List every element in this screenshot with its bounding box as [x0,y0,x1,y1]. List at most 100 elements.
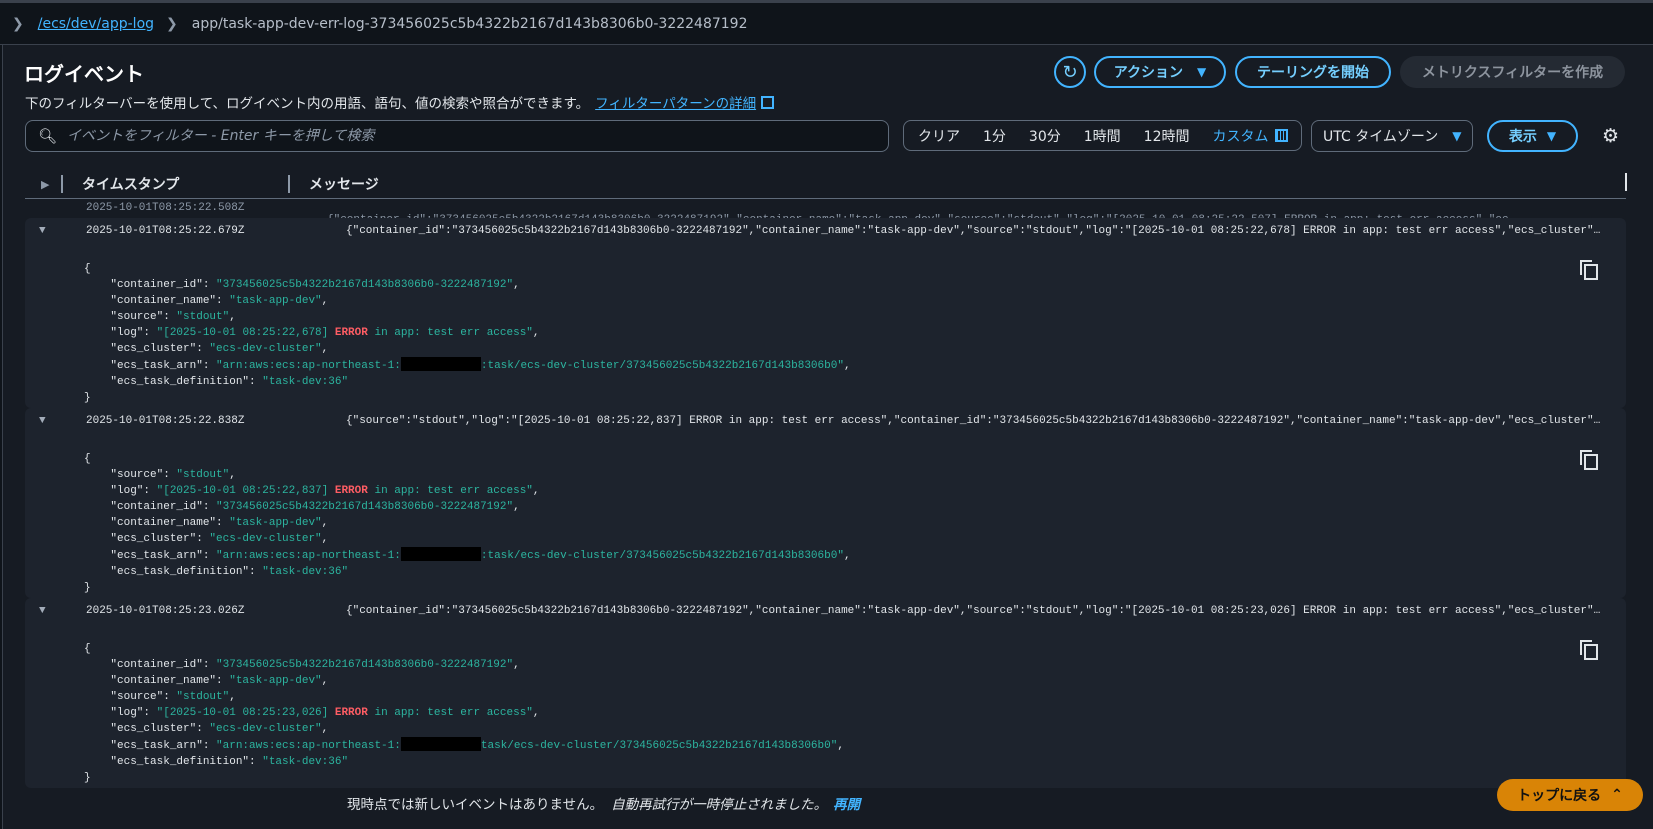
chevron-up-icon: ⌃ [1611,787,1623,803]
page-title: ログイベント [24,62,144,86]
log-events-table: 2025-10-01T08:25:22.508Z {"container_id"… [25,198,1626,790]
refresh-button[interactable]: ↻ [1054,56,1086,88]
resume-link[interactable]: 再開 [833,797,860,813]
json-line: "container_name": "task-app-dev", [84,675,329,687]
row-json: { "container_id": "373456025c5b4322b2167… [84,641,844,786]
json-line: "ecs_task_arn": "arn:aws:ecs:ap-northeas… [84,737,844,754]
breadcrumb: ❯ /ecs/dev/app-log ❯ app/task-app-dev-er… [0,3,1653,45]
json-key: "log": [84,327,157,339]
json-line: "source": "stdout", [84,691,236,703]
json-line: "ecs_cluster": "ecs-dev-cluster", [84,723,329,735]
search-icon: 🔍︎ [38,127,58,145]
status-footer: 現時点では新しいイベントはありません。 自動再試行が一時停止されました。 再開 [347,793,860,813]
chevron-right-icon: ❯ [12,15,24,32]
json-key: "container_name": [84,675,230,687]
table-row[interactable]: ▼ 2025-10-01T08:25:22.838Z {"source":"stdo… [25,408,1626,598]
json-key: "container_name": [84,295,230,307]
copy-icon[interactable] [1580,260,1598,280]
json-value: "ecs-dev-cluster" [209,533,322,545]
json-line: "ecs_task_arn": "arn:aws:ecs:ap-northeas… [84,357,851,374]
json-key: "ecs_cluster": [84,723,210,735]
table-row[interactable]: ▼ 2025-10-01T08:25:23.026Z {"container_id"… [25,598,1626,788]
breadcrumb-log-group-link[interactable]: /ecs/dev/app-log [38,16,154,32]
json-value: "373456025c5b4322b2167d143b8306b0-322248… [216,659,514,671]
json-line: "source": "stdout", [84,469,236,481]
column-resizer[interactable] [1625,173,1627,191]
back-to-top-button[interactable]: トップに戻る ⌃ [1497,779,1643,811]
filter-pattern-link[interactable]: フィルターパターンの詳細 [595,96,756,112]
json-line: "log": "[2025-10-01 08:25:23,026] ERROR … [84,707,540,719]
range-1h[interactable]: 1時間 [1084,126,1121,146]
json-key: "ecs_task_definition": [84,756,263,768]
refresh-icon: ↻ [1062,61,1078,83]
display-dropdown[interactable]: 表示 ▼ [1487,120,1578,152]
display-label: 表示 [1508,129,1537,145]
filter-search: 🔍︎ [25,120,889,152]
expand-all-icon[interactable]: ▶ [25,178,61,191]
range-1m[interactable]: 1分 [983,126,1006,146]
json-brace: { [84,453,91,465]
range-30m[interactable]: 30分 [1029,126,1061,146]
range-clear[interactable]: クリア [918,126,960,146]
json-line: "source": "stdout", [84,311,236,323]
filter-input[interactable] [67,128,868,144]
table-row[interactable]: ▼ 2025-10-01T08:25:22.679Z {"container_id"… [25,218,1626,408]
table-header: ▶ タイムスタンプ メッセージ [25,170,1627,198]
breadcrumb-log-stream: app/task-app-dev-err-log-373456025c5b432… [191,15,748,32]
json-key: "log": [84,485,157,497]
json-key: "source": [84,691,177,703]
json-key: "container_id": [84,279,217,291]
range-12h[interactable]: 12時間 [1144,126,1190,146]
actions-label: アクション [1113,65,1184,81]
copy-icon[interactable] [1580,450,1598,470]
json-value: "task-dev:36" [262,566,349,578]
start-tailing-label: テーリングを開始 [1257,65,1369,81]
range-custom[interactable]: カスタム [1213,126,1269,146]
json-line: "container_name": "task-app-dev", [84,295,329,307]
row-message: {"container_id":"373456025c5b4322b2167d1… [346,605,1606,617]
json-key: "container_name": [84,517,230,529]
json-key: "source": [84,311,177,323]
redacted-account-id [400,357,481,371]
json-value: "arn:aws:ecs:ap-northeast-1: task/ecs-dev… [216,737,837,752]
row-timestamp: 2025-10-01T08:25:22.508Z [86,202,245,214]
redacted-account-id [400,737,481,751]
actions-dropdown[interactable]: アクション ▼ [1094,56,1226,88]
json-line: "log": "[2025-10-01 08:25:22,678] ERROR … [84,327,540,339]
no-new-events-text: 現時点では新しいイベントはありません。 [347,797,604,813]
json-value: "[2025-10-01 08:25:22,678] ERROR in app:… [156,327,533,339]
json-brace: } [84,772,91,784]
column-timestamp[interactable]: タイムスタンプ [63,174,288,194]
caret-down-icon[interactable]: ▼ [39,415,46,427]
caret-down-icon[interactable]: ▼ [39,605,46,617]
json-key: "ecs_cluster": [84,533,210,545]
page-description: 下のフィルターバーを使用して、ログイベント内の用語、語句、値の検索や照合ができま… [25,92,775,112]
copy-icon[interactable] [1580,640,1598,660]
json-value: "373456025c5b4322b2167d143b8306b0-322248… [216,279,514,291]
create-metric-filter-button[interactable]: メトリクスフィルターを作成 [1400,56,1625,88]
json-key: "container_id": [84,659,217,671]
caret-down-icon: ▼ [1452,129,1462,143]
json-line: "ecs_task_definition": "task-dev:36" [84,754,844,770]
redacted-account-id [400,547,481,561]
caret-down-icon[interactable]: ▼ [39,225,46,237]
json-value: "ecs-dev-cluster" [209,723,322,735]
column-message[interactable]: メッセージ [290,174,379,194]
json-value: "arn:aws:ecs:ap-northeast-1::task/ecs-de… [216,547,844,562]
gear-icon[interactable]: ⚙ [1602,125,1619,147]
json-key: "ecs_task_definition": [84,376,263,388]
log-level: ERROR [334,707,368,719]
json-value: "[2025-10-01 08:25:22,837] ERROR in app:… [156,485,533,497]
json-value: "373456025c5b4322b2167d143b8306b0-322248… [216,501,514,513]
json-line: "ecs_task_definition": "task-dev:36" [84,564,851,580]
start-tailing-button[interactable]: テーリングを開始 [1235,56,1391,88]
json-line: "ecs_task_definition": "task-dev:36" [84,374,851,390]
json-brace: { [84,263,91,275]
back-to-top-label: トップに戻る [1517,788,1602,804]
timezone-dropdown[interactable]: UTC タイムゾーン ▼ [1311,120,1473,152]
calendar-icon[interactable] [1274,129,1288,142]
timezone-label: UTC タイムゾーン [1323,129,1439,145]
json-key: "log": [84,707,157,719]
table-row[interactable]: 2025-10-01T08:25:22.508Z {"container_id"… [25,199,1626,226]
log-level: ERROR [334,485,368,497]
